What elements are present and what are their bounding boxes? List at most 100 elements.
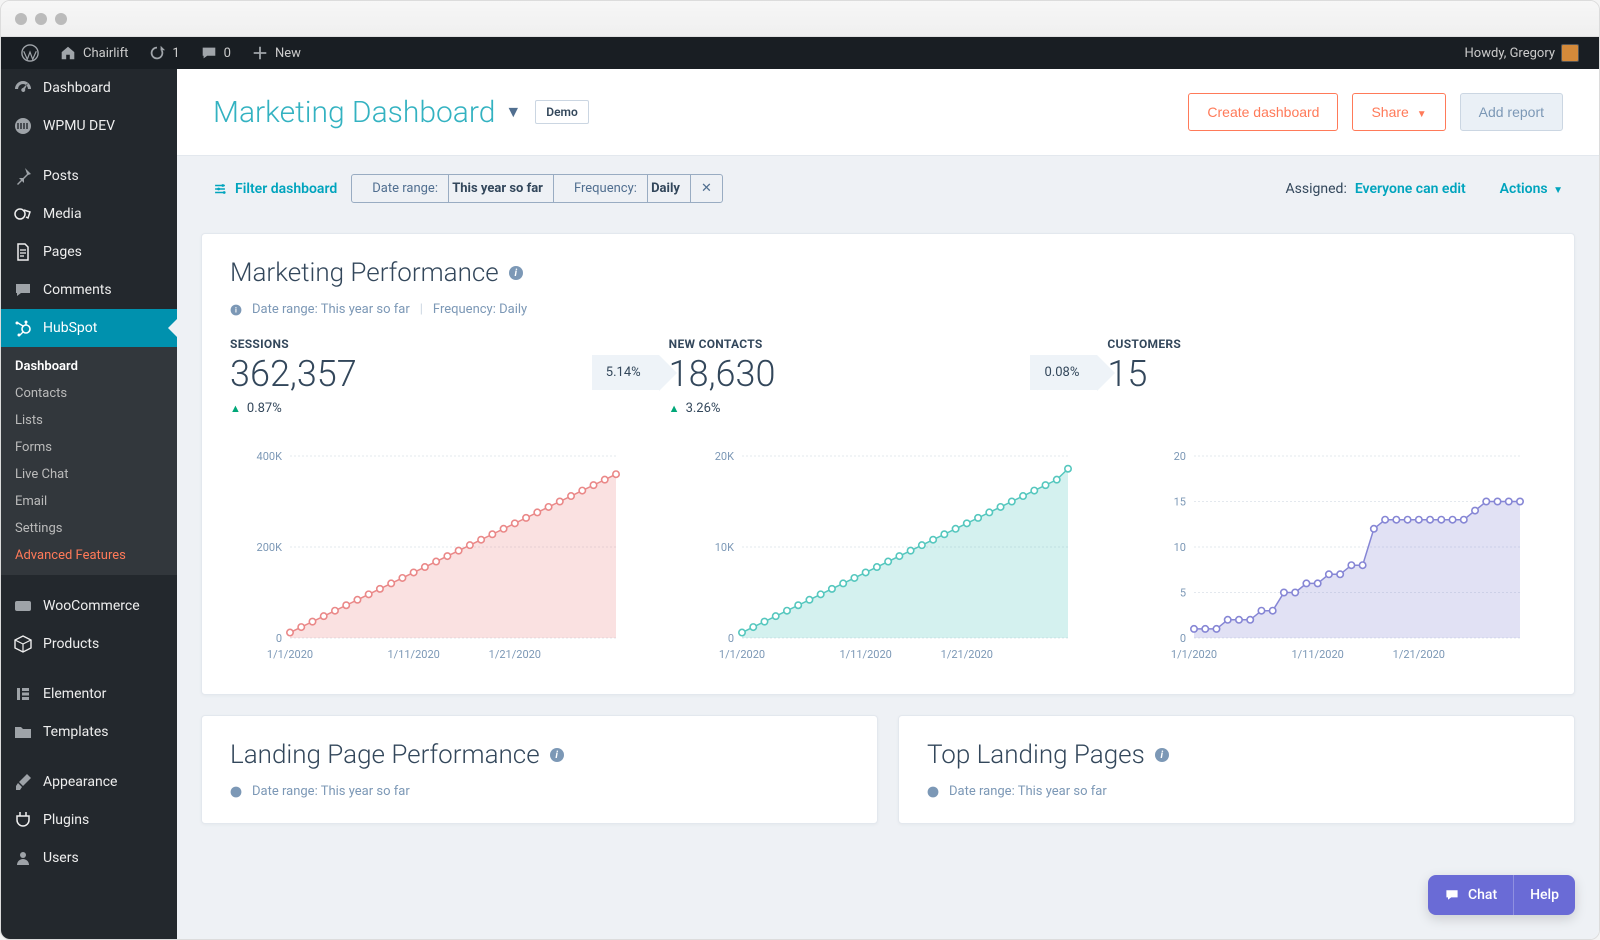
sidebar-item-appearance[interactable]: Appearance [1, 763, 177, 801]
sidebar-item-templates[interactable]: Templates [1, 713, 177, 751]
chat-label: Chat [1468, 887, 1497, 903]
meta-val: This year so far [321, 784, 410, 799]
submenu-contacts[interactable]: Contacts [1, 380, 177, 407]
sidebar-item-comments[interactable]: Comments [1, 271, 177, 309]
window-max-dot[interactable] [55, 13, 67, 25]
funnel-conversion: 0.08% [1030, 355, 1097, 390]
woo-icon [13, 596, 33, 616]
card-meta: Date range: This year so far [230, 784, 849, 799]
assigned-value-link[interactable]: Everyone can edit [1355, 181, 1466, 197]
info-icon[interactable]: i [550, 748, 564, 762]
sidebar-item-elementor[interactable]: Elementor [1, 675, 177, 713]
sidebar-item-label: Posts [43, 168, 79, 184]
titlebar [1, 1, 1599, 37]
submenu-forms[interactable]: Forms [1, 434, 177, 461]
svg-text:1/11/2020: 1/11/2020 [1291, 648, 1343, 661]
submenu-dashboard[interactable]: Dashboard [1, 353, 177, 380]
submenu-livechat[interactable]: Live Chat [1, 461, 177, 488]
meta-val: This year so far [321, 302, 410, 317]
new[interactable]: New [241, 37, 311, 69]
svg-text:200K: 200K [257, 541, 283, 554]
submenu-lists[interactable]: Lists [1, 407, 177, 434]
sidebar-item-hubspot[interactable]: HubSpot [1, 309, 177, 347]
sidebar-item-plugins[interactable]: Plugins [1, 801, 177, 839]
sidebar-item-users[interactable]: Users [1, 839, 177, 877]
wp-sidebar: Dashboard WPMU DEV Posts Media Pages C [1, 69, 177, 939]
chip-val: This year so far [452, 181, 543, 196]
svg-text:10K: 10K [715, 541, 734, 554]
site-name[interactable]: Chairlift [49, 37, 138, 69]
submenu-advanced[interactable]: Advanced Features [1, 542, 177, 569]
chip-close-icon[interactable]: ✕ [691, 175, 722, 202]
assigned-label: Assigned: [1286, 181, 1347, 197]
sidebar-item-products[interactable]: Products [1, 625, 177, 663]
info-icon: i [230, 304, 242, 316]
update-count: 1 [172, 46, 179, 61]
help-button[interactable]: Help [1513, 875, 1575, 915]
kpi-row: SESSIONS 362,357 ▲ 0.87% 5.14% NEW CONTA… [230, 337, 1546, 416]
updates[interactable]: 1 [138, 37, 189, 69]
card-title-text: Landing Page Performance [230, 740, 540, 770]
kpi-change-value: 3.26% [686, 401, 721, 416]
page-header: Marketing Dashboard ▼ Demo Create dashbo… [177, 69, 1599, 156]
page-icon [13, 242, 33, 262]
chart-sessions: 0200K400K1/1/20201/11/20201/21/2020 [230, 446, 642, 670]
submenu-settings[interactable]: Settings [1, 515, 177, 542]
page-title[interactable]: Marketing Dashboard ▼ [213, 95, 521, 130]
chat-button[interactable]: Chat [1428, 875, 1513, 915]
kpi-change-value: 0.87% [247, 401, 282, 416]
arrow-up-icon: ▲ [230, 402, 241, 415]
caret-down-icon: ▼ [1553, 185, 1563, 196]
kpi-sessions: SESSIONS 362,357 ▲ 0.87% 5.14% [230, 337, 669, 416]
user-icon [13, 848, 33, 868]
window-close-dot[interactable] [15, 13, 27, 25]
comments[interactable]: 0 [190, 37, 241, 69]
sidebar-item-woocommerce[interactable]: WooCommerce [1, 587, 177, 625]
sidebar-item-dashboard[interactable]: Dashboard [1, 69, 177, 107]
svg-text:1/1/2020: 1/1/2020 [267, 648, 313, 661]
demo-badge: Demo [535, 100, 589, 124]
svg-text:400K: 400K [257, 450, 283, 463]
sidebar-item-wpmu[interactable]: WPMU DEV [1, 107, 177, 145]
svg-text:20K: 20K [715, 450, 734, 463]
media-icon [13, 204, 33, 224]
submenu-email[interactable]: Email [1, 488, 177, 515]
kpi-customers: CUSTOMERS 15 [1107, 337, 1546, 416]
card-marketing-performance: Marketing Performance i i Date range: Th… [201, 233, 1575, 695]
site-name-label: Chairlift [83, 46, 128, 61]
plug-icon [13, 810, 33, 830]
wordpress-icon [21, 44, 39, 62]
actions-dropdown[interactable]: Actions ▼ [1500, 181, 1563, 197]
page-title-text: Marketing Dashboard [213, 95, 495, 130]
create-dashboard-button[interactable]: Create dashboard [1188, 93, 1338, 131]
info-icon[interactable]: i [1155, 748, 1169, 762]
kpi-change: ▲ 3.26% [669, 401, 721, 416]
card-meta: Date range: This year so far [927, 784, 1546, 799]
share-button[interactable]: Share ▼ [1352, 93, 1445, 131]
filter-chip[interactable]: Date range: This year so far Frequency: … [351, 174, 723, 203]
help-widget: Chat Help [1428, 875, 1575, 915]
gauge-icon [13, 78, 33, 98]
wp-logo[interactable] [11, 37, 49, 69]
sidebar-item-media[interactable]: Media [1, 195, 177, 233]
add-report-button[interactable]: Add report [1460, 93, 1563, 131]
svg-text:1/1/2020: 1/1/2020 [1171, 648, 1217, 661]
funnel-conversion: 5.14% [592, 355, 659, 390]
meta-key: Date range: [252, 302, 318, 317]
window-min-dot[interactable] [35, 13, 47, 25]
cards-row-2: Landing Page Performance i Date range: T… [201, 715, 1575, 824]
greeting-label: Howdy, Gregory [1465, 46, 1555, 61]
wpmu-icon [13, 116, 33, 136]
info-icon[interactable]: i [509, 266, 523, 280]
sidebar-item-label: Appearance [43, 774, 117, 790]
greeting[interactable]: Howdy, Gregory [1455, 37, 1589, 69]
pin-icon [13, 166, 33, 186]
caret-down-icon: ▼ [1417, 109, 1427, 120]
sidebar-item-pages[interactable]: Pages [1, 233, 177, 271]
chart-contacts: 010K20K1/1/20201/11/20201/21/2020 [682, 446, 1094, 670]
card-title: Top Landing Pages i [927, 740, 1546, 770]
sidebar-item-posts[interactable]: Posts [1, 157, 177, 195]
filter-dashboard-link[interactable]: Filter dashboard [213, 181, 337, 197]
card-title: Marketing Performance i [230, 258, 1546, 288]
box-icon [13, 634, 33, 654]
